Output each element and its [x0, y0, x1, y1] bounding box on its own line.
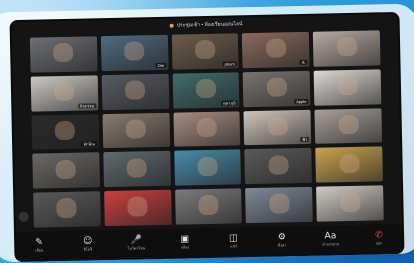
participant-tile[interactable]	[32, 152, 100, 189]
participant-video	[127, 196, 148, 217]
camera-button[interactable]: ▣ กล้อง	[170, 234, 200, 251]
participant-tile[interactable]: Zim	[100, 34, 169, 71]
participant-name: ฟ้า	[300, 137, 310, 143]
participant-video	[338, 114, 359, 135]
participant-name: S.	[299, 59, 308, 65]
participant-video	[338, 153, 360, 174]
participant-name: กิจกรรม	[77, 102, 97, 109]
participant-video	[336, 37, 357, 57]
participant-video	[268, 154, 289, 175]
participant-video	[267, 116, 288, 136]
participant-video	[56, 198, 78, 218]
camera-icon: ▣	[180, 234, 190, 245]
participant-tile[interactable]	[29, 36, 98, 73]
participant-tile[interactable]: ตุลาภูมิ	[172, 72, 240, 109]
participant-video	[339, 192, 361, 212]
toolbar-button-label: กล้อง	[180, 245, 190, 250]
participant-video	[198, 195, 219, 215]
participant-video	[197, 156, 218, 176]
layout-button[interactable]: ◫ แชร์	[218, 233, 248, 250]
participant-video	[196, 117, 217, 138]
participant-tile[interactable]	[245, 186, 313, 224]
participant-video	[337, 75, 358, 96]
participant-video	[124, 41, 145, 62]
toolbar-button-label: ออก	[375, 241, 383, 246]
captions-button[interactable]: Aa คำบรรยาย	[315, 231, 345, 248]
participant-tile[interactable]	[173, 110, 241, 148]
participant-tile[interactable]	[244, 148, 313, 185]
leave-call-button[interactable]: ✆ ออก	[364, 230, 394, 247]
participant-video	[126, 157, 148, 178]
emoji-icon: ☺	[82, 236, 93, 247]
participant-tile[interactable]	[313, 30, 381, 67]
participant-video	[268, 193, 290, 214]
participant-tile[interactable]: กิจกรรม	[30, 75, 99, 112]
participant-tile[interactable]	[103, 189, 172, 227]
participant-tile[interactable]: ฟ้า	[243, 109, 312, 146]
settings-button[interactable]: ⚙ ตั้งค่า	[267, 232, 297, 249]
toolbar-button-label: คำบรรยาย	[322, 242, 340, 247]
captions-icon: Aa	[324, 231, 337, 242]
participant-video	[266, 77, 287, 97]
participant-tile[interactable]: Apple	[243, 70, 311, 107]
layout-icon: ◫	[229, 233, 238, 244]
participant-tile[interactable]: S.	[242, 31, 310, 69]
participant-video	[124, 80, 146, 100]
participant-grid: Zim phorn S. กิจกรรม ตุลาภูมิ Apple ทักษิณ ฟ้า	[29, 30, 384, 228]
toolbar-button-label: ไมโครโฟน	[127, 246, 146, 251]
participant-tile[interactable]: phorn	[171, 33, 239, 70]
participant-tile[interactable]	[316, 185, 384, 222]
participant-video	[265, 38, 287, 59]
participant-tile[interactable]	[174, 188, 243, 225]
participant-tile[interactable]	[101, 73, 169, 110]
participant-video	[195, 78, 217, 99]
leave-call-icon: ✆	[375, 230, 383, 241]
participant-tile[interactable]	[315, 146, 383, 183]
participant-tile[interactable]	[314, 107, 383, 145]
toolbar-button-label: แชร์	[230, 244, 237, 249]
participant-video	[125, 119, 147, 139]
microphone-button[interactable]: 🎤 ไมโครโฟน	[121, 235, 151, 252]
participant-video	[54, 81, 75, 102]
participant-name: ตุลาภูมิ	[221, 99, 238, 106]
participant-name: ทักษิณ	[81, 141, 97, 148]
pencil-icon: ✎	[35, 237, 44, 248]
toolbar-button-label: อิโมจิ	[83, 247, 93, 252]
pencil-button[interactable]: ✎ เขียน	[24, 237, 54, 254]
emoji-button[interactable]: ☺ อิโมจิ	[73, 236, 103, 253]
toolbar-button-label: ตั้งค่า	[277, 243, 287, 248]
recording-dot-icon	[169, 23, 174, 28]
participant-tile[interactable]: ทักษิณ	[31, 113, 100, 151]
settings-icon: ⚙	[277, 232, 287, 243]
toolbar-button-label: เขียน	[35, 248, 44, 253]
video-call-screen: ประชุมเช้า • ห้องเรียนออนไลน์ Zim phorn S.…	[11, 13, 403, 261]
microphone-icon: 🎤	[130, 235, 142, 246]
participant-tile[interactable]	[173, 149, 242, 186]
participant-name: phorn	[222, 61, 237, 67]
participant-tile[interactable]	[33, 191, 101, 228]
participant-name: Apple	[294, 98, 309, 104]
side-panel-toggle[interactable]	[18, 211, 29, 222]
participant-tile[interactable]	[313, 69, 382, 106]
participant-video	[55, 120, 76, 141]
participant-video	[55, 159, 77, 179]
participant-video	[53, 43, 74, 63]
participant-name: Zim	[155, 62, 167, 68]
participant-tile[interactable]	[103, 151, 171, 188]
participant-video	[194, 40, 216, 60]
meeting-title: ประชุมเช้า • ห้องเรียนออนไลน์	[176, 21, 243, 29]
participant-tile[interactable]	[102, 112, 170, 149]
